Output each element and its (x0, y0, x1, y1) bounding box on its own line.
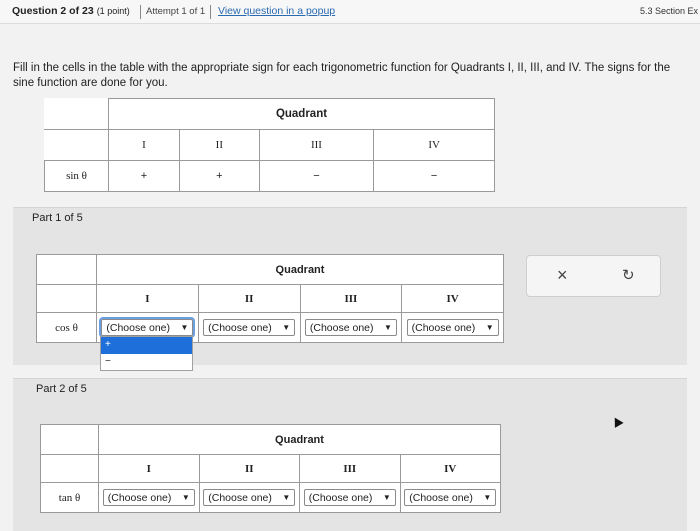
empty-cell (36, 284, 97, 313)
sign-cell: − (258, 160, 375, 192)
select-cell: (Choose one) ▼ (399, 482, 501, 513)
dropdown-arrow-icon: ▼ (180, 323, 189, 332)
quadrant-label: IV (401, 284, 504, 313)
quadrant-label: I (107, 129, 181, 161)
empty-corner-cell (40, 424, 99, 455)
quadrant-header: Quadrant (108, 98, 495, 130)
quadrant-label: IV (399, 454, 501, 483)
empty-cell (40, 454, 99, 483)
quadrant-header: Quadrant (96, 254, 504, 285)
dropdown-arrow-icon: ▼ (181, 493, 190, 502)
quadrant-3-sign-select[interactable]: (Choose one) ▼ (304, 319, 397, 336)
dropdown-arrow-icon: ▼ (383, 323, 392, 332)
tangent-table: Quadrant I II III IV tan θ (Choose one) ▼… (40, 424, 501, 513)
quadrant-label: III (299, 284, 403, 313)
sign-cell: − (373, 160, 495, 192)
dropdown-arrow-icon: ▼ (282, 493, 291, 502)
sign-dropdown-list: + − (100, 336, 193, 371)
question-points: (1 point) (96, 6, 130, 16)
quadrant-2-sign-select[interactable]: (Choose one) ▼ (203, 489, 296, 506)
quadrant-4-sign-select[interactable]: (Choose one) ▼ (406, 319, 499, 336)
quadrant-2-sign-select[interactable]: (Choose one) ▼ (203, 319, 296, 336)
question-header: Question 2 of 23 (1 point) Attempt 1 of 1… (0, 0, 700, 24)
undo-icon[interactable]: ↻ (622, 266, 635, 284)
sign-cell: + (179, 160, 260, 192)
attempt-label: Attempt 1 of 1 (146, 6, 206, 17)
dropdown-arrow-icon: ▼ (382, 493, 391, 502)
cosine-table: Quadrant I II III IV cos θ (Choose one) ▼… (36, 254, 504, 343)
answer-tools: × ↻ (526, 255, 661, 297)
select-cell: (Choose one) ▼ (198, 482, 300, 513)
quadrant-label: II (197, 284, 301, 313)
quadrant-label: III (258, 129, 375, 161)
quadrant-1-sign-select[interactable]: (Choose one) ▼ (99, 317, 196, 338)
empty-cell (44, 129, 109, 161)
sign-cell: + (107, 160, 181, 192)
instructions-text: Fill in the cells in the table with the … (13, 62, 671, 89)
dropdown-arrow-icon: ▼ (485, 323, 494, 332)
quadrant-label: IV (373, 129, 495, 161)
quadrant-4-sign-select[interactable]: (Choose one) ▼ (404, 489, 497, 506)
quadrant-label: I (98, 454, 200, 483)
quadrant-1-sign-select[interactable]: (Choose one) ▼ (102, 489, 195, 506)
select-cell: (Choose one) ▼ (401, 312, 504, 343)
quadrant-label: III (299, 454, 401, 483)
divider (210, 5, 211, 19)
quadrant-3-sign-select[interactable]: (Choose one) ▼ (303, 489, 396, 506)
dropdown-arrow-icon: ▼ (282, 323, 291, 332)
function-label: sin θ (44, 160, 109, 192)
dropdown-option-plus[interactable]: + (101, 337, 192, 354)
sine-example-table: Quadrant I II III IV sin θ + + − − (44, 98, 495, 192)
divider (140, 5, 141, 19)
select-cell: (Choose one) ▼ (197, 312, 301, 343)
select-cell: (Choose one) ▼ (299, 312, 403, 343)
select-cell: (Choose one) ▼ (98, 482, 200, 513)
close-icon[interactable]: × (557, 265, 568, 286)
empty-corner-cell (36, 254, 97, 285)
quadrant-label: I (96, 284, 199, 313)
part-2-label: Part 2 of 5 (36, 383, 87, 395)
function-label: tan θ (40, 482, 99, 513)
question-number: Question 2 of 23 (1 point) (12, 5, 130, 17)
empty-corner-cell (44, 98, 109, 130)
dropdown-option-minus[interactable]: − (101, 354, 192, 371)
view-popup-link[interactable]: View question in a popup (218, 5, 335, 17)
quadrant-label: II (179, 129, 260, 161)
quadrant-label: II (198, 454, 300, 483)
part-1-label: Part 1 of 5 (32, 212, 83, 224)
quadrant-header: Quadrant (98, 424, 501, 455)
function-label: cos θ (36, 312, 97, 343)
select-cell: (Choose one) ▼ (299, 482, 401, 513)
dropdown-arrow-icon: ▼ (483, 493, 492, 502)
section-label: 5.3 Section Ex (639, 6, 698, 16)
